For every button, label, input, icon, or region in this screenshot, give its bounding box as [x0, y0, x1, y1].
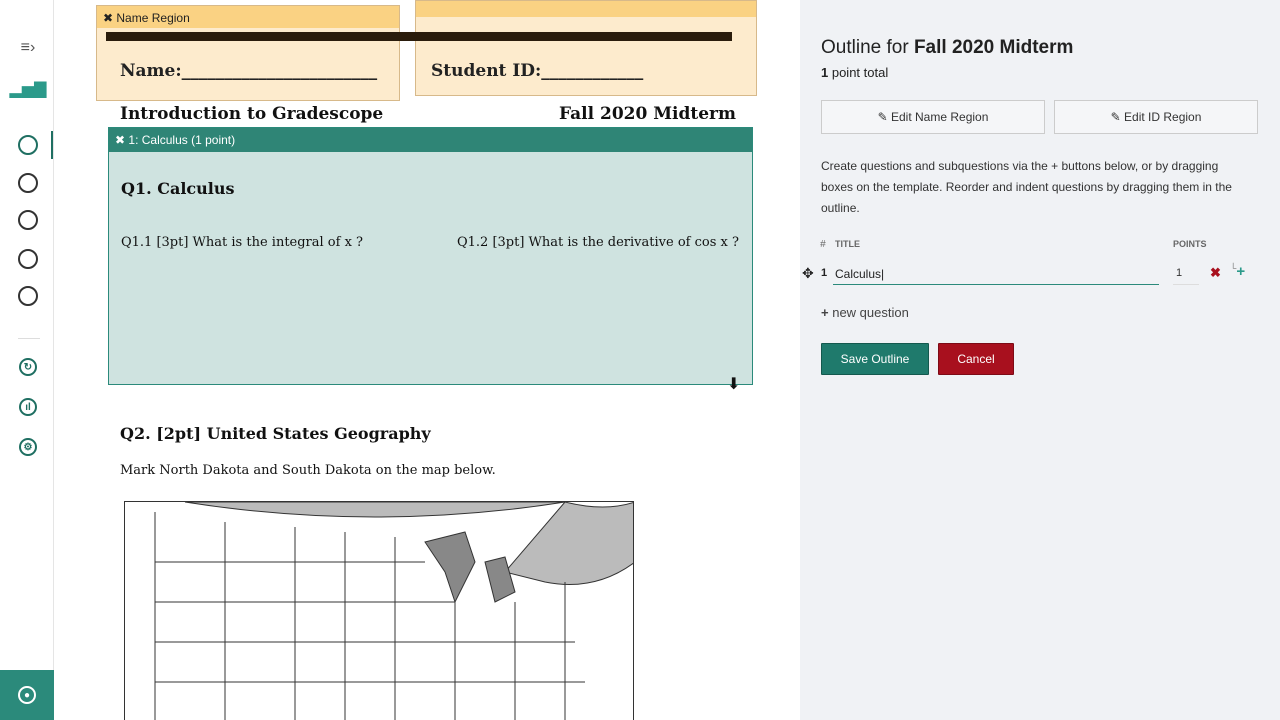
- stats-icon[interactable]: ▂▅▇: [10, 78, 47, 100]
- circle-icon[interactable]: [17, 172, 39, 194]
- question-region-label: 1: Calculus (1 point): [128, 133, 236, 147]
- divider: [18, 338, 40, 339]
- q2-text: Mark North Dakota and South Dakota on th…: [120, 463, 496, 478]
- circle-icon[interactable]: [17, 248, 39, 270]
- student-id-field: Student ID:____________: [431, 61, 644, 81]
- exam-title: Fall 2020 Midterm: [559, 104, 736, 124]
- col-title: TITLE: [835, 239, 860, 249]
- delete-icon[interactable]: ✖: [1210, 265, 1221, 281]
- q1-title: Q1. Calculus: [121, 179, 235, 198]
- template-document[interactable]: ✖ Name Region Name:_____________________…: [55, 0, 800, 720]
- outline-title: Outline for Fall 2020 Midterm: [821, 37, 1074, 58]
- resize-cursor-icon[interactable]: ⬇: [727, 374, 740, 393]
- save-outline-button[interactable]: Save Outline: [821, 343, 929, 375]
- course-title: Introduction to Gradescope: [120, 104, 384, 124]
- q2-title: Q2. [2pt] United States Geography: [120, 424, 431, 443]
- close-icon[interactable]: ✖: [103, 11, 116, 25]
- outline-panel: Outline for Fall 2020 Midterm 1 point to…: [800, 0, 1280, 720]
- cancel-button[interactable]: Cancel: [938, 343, 1014, 375]
- question-region[interactable]: ✖ 1: Calculus (1 point) Q1. Calculus Q1.…: [108, 127, 753, 393]
- new-question-button[interactable]: + new question: [821, 305, 909, 320]
- user-icon: ●: [18, 686, 36, 704]
- active-indicator: [51, 131, 53, 159]
- pencil-icon: ✎: [1110, 110, 1121, 124]
- chart-icon[interactable]: ıl: [17, 396, 39, 418]
- col-points: POINTS: [1173, 239, 1207, 249]
- help-text: Create questions and subquestions via th…: [821, 159, 1232, 215]
- circle-icon[interactable]: [17, 285, 39, 307]
- circle-icon[interactable]: [17, 134, 39, 156]
- header-rule: [106, 32, 732, 41]
- menu-expand-icon[interactable]: ≡›: [17, 37, 39, 59]
- refresh-icon[interactable]: ↻: [17, 356, 39, 378]
- name-region-label: Name Region: [116, 11, 190, 25]
- gear-icon[interactable]: ⚙: [17, 436, 39, 458]
- close-icon[interactable]: ✖: [115, 133, 128, 147]
- points-total: 1 point total: [821, 65, 889, 80]
- circle-icon[interactable]: [17, 209, 39, 231]
- id-region[interactable]: [415, 0, 757, 96]
- question-title-input[interactable]: Calculus|: [833, 262, 1159, 285]
- q1-2-text: Q1.2 [3pt] What is the derivative of cos…: [457, 235, 739, 250]
- name-region[interactable]: ✖ Name Region: [96, 5, 400, 101]
- drag-handle-icon[interactable]: ✥: [802, 265, 814, 282]
- question-points-input[interactable]: 1: [1173, 262, 1199, 285]
- question-number: 1: [821, 267, 828, 279]
- sidebar: ≡› ▂▅▇ ↻ ıl ⚙ ●: [0, 0, 54, 720]
- add-subquestion-icon[interactable]: └+: [1230, 263, 1245, 280]
- q1-1-text: Q1.1 [3pt] What is the integral of x ?: [121, 235, 364, 250]
- col-num: #: [820, 239, 826, 250]
- name-field: Name:_______________________: [120, 61, 378, 81]
- user-account-button[interactable]: ●: [0, 670, 54, 720]
- us-map-image: [124, 501, 634, 720]
- edit-name-region-button[interactable]: ✎ Edit Name Region: [821, 100, 1045, 134]
- edit-id-region-button[interactable]: ✎ Edit ID Region: [1054, 100, 1258, 134]
- pencil-icon: ✎: [877, 110, 888, 124]
- plus-icon: +: [821, 305, 829, 320]
